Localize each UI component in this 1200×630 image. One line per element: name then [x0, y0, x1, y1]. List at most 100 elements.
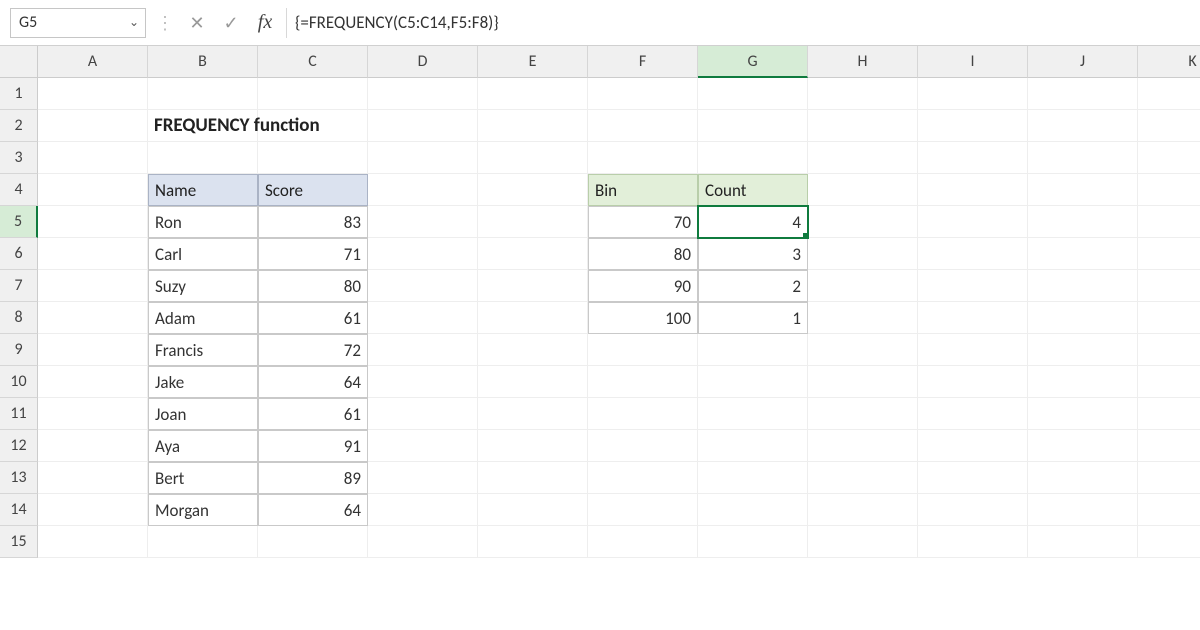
cell-J12[interactable]	[1028, 430, 1138, 462]
cell-J7[interactable]	[1028, 270, 1138, 302]
cell-K10[interactable]	[1138, 366, 1200, 398]
cell-D15[interactable]	[368, 526, 478, 558]
cell-H6[interactable]	[808, 238, 918, 270]
cell-F9[interactable]	[588, 334, 698, 366]
cell-H10[interactable]	[808, 366, 918, 398]
cell-G9[interactable]	[698, 334, 808, 366]
cell-G11[interactable]	[698, 398, 808, 430]
column-header-J[interactable]: J	[1028, 46, 1138, 78]
table1-name-cell[interactable]: Jake	[148, 366, 258, 398]
cell-H5[interactable]	[808, 206, 918, 238]
cell-H3[interactable]	[808, 142, 918, 174]
row-header-3[interactable]: 3	[0, 142, 38, 174]
cell-C1[interactable]	[258, 78, 368, 110]
cell-H15[interactable]	[808, 526, 918, 558]
cell-J11[interactable]	[1028, 398, 1138, 430]
cell-D9[interactable]	[368, 334, 478, 366]
cell-B15[interactable]	[148, 526, 258, 558]
cell-E11[interactable]	[478, 398, 588, 430]
cell-H11[interactable]	[808, 398, 918, 430]
cell-E6[interactable]	[478, 238, 588, 270]
cell-J8[interactable]	[1028, 302, 1138, 334]
cell-I14[interactable]	[918, 494, 1028, 526]
row-header-5[interactable]: 5	[0, 206, 38, 238]
cell-K2[interactable]	[1138, 110, 1200, 142]
cell-H7[interactable]	[808, 270, 918, 302]
cell-I9[interactable]	[918, 334, 1028, 366]
cell-E1[interactable]	[478, 78, 588, 110]
table1-name-cell[interactable]: Aya	[148, 430, 258, 462]
cell-H14[interactable]	[808, 494, 918, 526]
table2-bin-cell[interactable]: 80	[588, 238, 698, 270]
cell-F14[interactable]	[588, 494, 698, 526]
cell-G13[interactable]	[698, 462, 808, 494]
row-header-11[interactable]: 11	[0, 398, 38, 430]
cell-F15[interactable]	[588, 526, 698, 558]
cell-E2[interactable]	[478, 110, 588, 142]
confirm-icon[interactable]: ✓	[218, 10, 244, 36]
cell-A3[interactable]	[38, 142, 148, 174]
cell-D13[interactable]	[368, 462, 478, 494]
cell-J4[interactable]	[1028, 174, 1138, 206]
row-header-9[interactable]: 9	[0, 334, 38, 366]
row-header-14[interactable]: 14	[0, 494, 38, 526]
table1-score-cell[interactable]: 64	[258, 366, 368, 398]
cell-I7[interactable]	[918, 270, 1028, 302]
column-header-D[interactable]: D	[368, 46, 478, 78]
column-header-C[interactable]: C	[258, 46, 368, 78]
cancel-icon[interactable]: ✕	[184, 10, 210, 36]
cell-D4[interactable]	[368, 174, 478, 206]
cell-G12[interactable]	[698, 430, 808, 462]
cell-A2[interactable]	[38, 110, 148, 142]
table2-count-cell[interactable]: 2	[698, 270, 808, 302]
table1-score-cell[interactable]: 71	[258, 238, 368, 270]
table1-name-cell[interactable]: Carl	[148, 238, 258, 270]
cell-J5[interactable]	[1028, 206, 1138, 238]
cell-H2[interactable]	[808, 110, 918, 142]
cell-K6[interactable]	[1138, 238, 1200, 270]
cell-F13[interactable]	[588, 462, 698, 494]
cell-I13[interactable]	[918, 462, 1028, 494]
row-header-12[interactable]: 12	[0, 430, 38, 462]
cell-F3[interactable]	[588, 142, 698, 174]
row-header-8[interactable]: 8	[0, 302, 38, 334]
cell-C15[interactable]	[258, 526, 368, 558]
cell-J6[interactable]	[1028, 238, 1138, 270]
cell-D3[interactable]	[368, 142, 478, 174]
cell-J13[interactable]	[1028, 462, 1138, 494]
cell-D7[interactable]	[368, 270, 478, 302]
column-header-I[interactable]: I	[918, 46, 1028, 78]
row-header-7[interactable]: 7	[0, 270, 38, 302]
cell-F12[interactable]	[588, 430, 698, 462]
cell-A6[interactable]	[38, 238, 148, 270]
cell-K5[interactable]	[1138, 206, 1200, 238]
cell-K11[interactable]	[1138, 398, 1200, 430]
cell-K9[interactable]	[1138, 334, 1200, 366]
cell-I1[interactable]	[918, 78, 1028, 110]
cell-E10[interactable]	[478, 366, 588, 398]
cell-J15[interactable]	[1028, 526, 1138, 558]
cell-E9[interactable]	[478, 334, 588, 366]
cell-H12[interactable]	[808, 430, 918, 462]
cell-B3[interactable]	[148, 142, 258, 174]
table1-name-cell[interactable]: Suzy	[148, 270, 258, 302]
cell-K15[interactable]	[1138, 526, 1200, 558]
cell-I10[interactable]	[918, 366, 1028, 398]
cell-F2[interactable]	[588, 110, 698, 142]
column-header-K[interactable]: K	[1138, 46, 1200, 78]
name-box[interactable]: G5 ⌄	[10, 8, 146, 38]
cell-E5[interactable]	[478, 206, 588, 238]
cell-I15[interactable]	[918, 526, 1028, 558]
column-header-B[interactable]: B	[148, 46, 258, 78]
cell-C3[interactable]	[258, 142, 368, 174]
cell-D10[interactable]	[368, 366, 478, 398]
table1-name-cell[interactable]: Adam	[148, 302, 258, 334]
cell-K7[interactable]	[1138, 270, 1200, 302]
cell-G10[interactable]	[698, 366, 808, 398]
cell-B1[interactable]	[148, 78, 258, 110]
cell-D8[interactable]	[368, 302, 478, 334]
cell-E4[interactable]	[478, 174, 588, 206]
table1-score-cell[interactable]: 72	[258, 334, 368, 366]
table2-bin-cell[interactable]: 100	[588, 302, 698, 334]
cell-K8[interactable]	[1138, 302, 1200, 334]
